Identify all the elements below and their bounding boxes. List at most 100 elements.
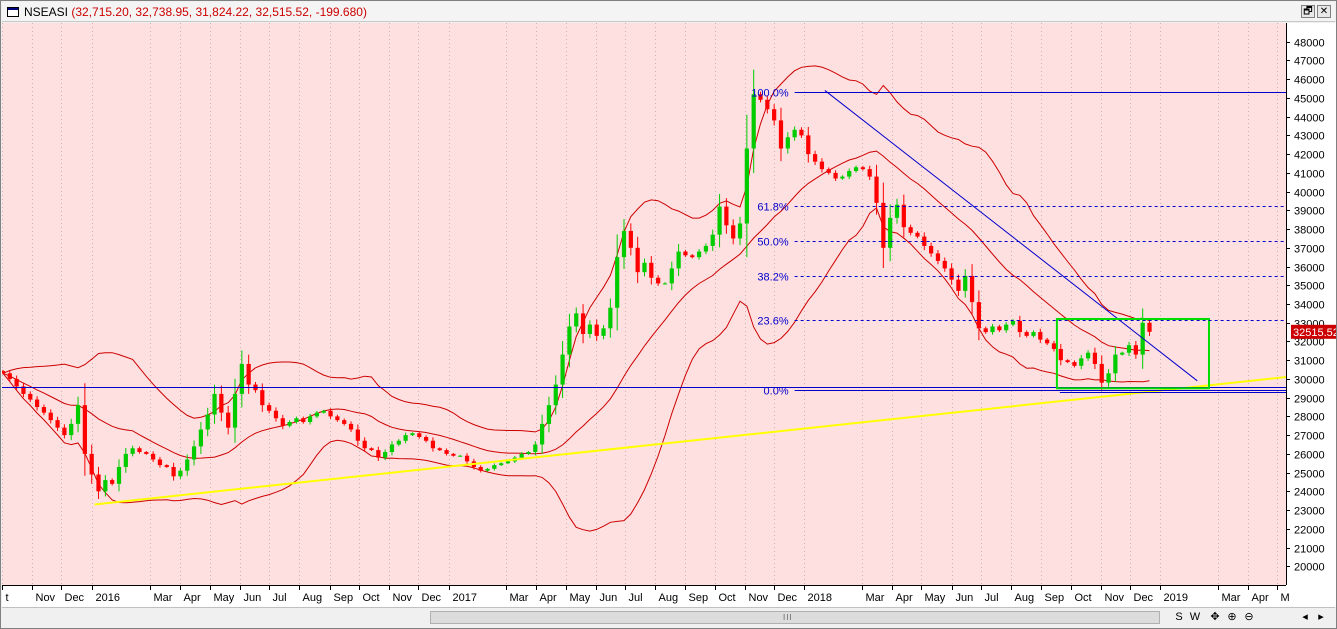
chart-title: NSEASI (32,715.20, 32,738.95, 31,824.22,… <box>24 5 367 19</box>
candle-body <box>969 275 975 303</box>
time-axis-label: 2018 <box>808 592 832 604</box>
time-axis-label: Jun <box>600 592 618 604</box>
candle-body <box>1106 373 1111 383</box>
time-axis-label: Mar <box>866 592 885 604</box>
candle-body <box>55 420 60 428</box>
candle-body <box>628 230 633 248</box>
candle-body <box>806 135 811 155</box>
price-axis-label: 45000 <box>1294 94 1325 106</box>
price-axis-label: 22000 <box>1294 525 1325 537</box>
candle-body <box>451 453 456 456</box>
candle-body <box>860 167 865 170</box>
time-axis-label: Oct <box>363 592 380 604</box>
weekly-interval-button[interactable]: W <box>1188 610 1202 625</box>
candle-body <box>1092 352 1098 364</box>
candle-body <box>642 262 647 273</box>
price-axis-label: 25000 <box>1294 469 1325 481</box>
price-axis-background <box>1286 23 1336 607</box>
candle-body <box>526 451 531 454</box>
candle-body <box>983 328 988 333</box>
candle-body <box>942 260 947 269</box>
price-axis-label: 35000 <box>1294 281 1325 293</box>
candle-body <box>560 354 565 385</box>
candle-body <box>485 468 490 471</box>
candle-body <box>28 393 33 400</box>
candle-body <box>812 154 818 162</box>
time-axis-label: Aug <box>303 592 323 604</box>
price-axis-label: 44000 <box>1294 113 1325 125</box>
candle-body <box>103 480 108 492</box>
time-axis-label: Mar <box>1222 592 1241 604</box>
candle-body <box>2 371 6 374</box>
candle-body <box>1024 332 1029 336</box>
candle-body <box>130 448 135 454</box>
candle-body <box>430 440 436 449</box>
candle-body <box>62 427 67 436</box>
candle-body <box>847 170 852 177</box>
candle-body <box>567 326 572 355</box>
restore-icon: 🗗 <box>1303 6 1313 17</box>
close-window-button[interactable]: ✕ <box>1317 5 1331 18</box>
restore-window-button[interactable]: 🗗 <box>1301 5 1315 18</box>
scroll-right-icon[interactable]: ▸ <box>1315 610 1327 625</box>
candle-body <box>383 451 388 458</box>
candle-body <box>219 393 224 413</box>
close-icon: ✕ <box>1319 6 1329 17</box>
candle-body <box>34 399 40 408</box>
candle-body <box>888 217 893 248</box>
time-axis-label: Aug <box>659 592 679 604</box>
fib-level-label: 0.0% <box>764 386 789 398</box>
candle-body <box>683 251 688 256</box>
horizontal-scrollbar[interactable]: III <box>430 611 1160 624</box>
candle-body <box>744 148 749 224</box>
fib-level-label: 61.8% <box>757 202 788 214</box>
time-axis-label: Mar <box>154 592 173 604</box>
zoom-in-icon[interactable]: ⊕ <box>1225 610 1239 625</box>
candle-body <box>792 129 797 138</box>
candle-body <box>314 412 320 417</box>
price-axis-label: 47000 <box>1294 56 1325 68</box>
time-axis-label: Mar <box>510 592 529 604</box>
time-axis-label: Nov <box>393 592 413 604</box>
time-axis-label: Dec <box>422 592 442 604</box>
price-axis-label: 38000 <box>1294 225 1325 237</box>
candle-body <box>348 423 354 430</box>
candle-body <box>1045 339 1050 344</box>
candle-body <box>41 407 47 413</box>
candle-body <box>785 137 790 149</box>
candle-body <box>458 455 463 457</box>
candle-body <box>294 418 299 423</box>
price-chart-svg[interactable]: 100.0% 61.8% 50.0% 38.2% 23.6% 0.0% 20000 2100… <box>2 23 1336 607</box>
candle-body <box>75 405 81 424</box>
candle-body <box>260 390 265 406</box>
scroll-left-icon[interactable]: ◂ <box>1299 610 1311 625</box>
candle-body <box>96 474 101 492</box>
price-axis-label: 43000 <box>1294 131 1325 143</box>
price-axis-label: 21000 <box>1294 544 1325 556</box>
price-axis-label: 20000 <box>1294 562 1325 574</box>
candle-body <box>1072 362 1077 366</box>
pan-icon[interactable]: ✥ <box>1208 610 1222 625</box>
candle-body <box>212 393 217 415</box>
time-axis-label: May <box>570 592 591 604</box>
time-axis-label: Nov <box>36 592 56 604</box>
candle-body <box>751 94 756 149</box>
price-chart[interactable]: 100.0% 61.8% 50.0% 38.2% 23.6% 0.0% 20000 2100… <box>2 23 1337 607</box>
price-axis-label: 27000 <box>1294 431 1325 443</box>
time-axis-label: Jun <box>956 592 974 604</box>
chart-title-bar[interactable]: NSEASI (32,715.20, 32,738.95, 31,824.22,… <box>2 2 1335 22</box>
candle-body <box>1126 345 1132 353</box>
candle-body <box>437 448 442 451</box>
show-scrollbar-button[interactable]: S <box>1172 610 1186 625</box>
candle-body <box>635 247 640 273</box>
scrollbar-thumb[interactable]: III <box>431 612 1159 623</box>
candle-body <box>151 453 156 460</box>
candle-body <box>1004 324 1009 331</box>
candle-body <box>321 410 326 413</box>
candle-body <box>273 410 279 419</box>
candle-body <box>519 453 524 458</box>
candle-body <box>239 363 244 394</box>
zoom-out-icon[interactable]: ⊖ <box>1242 610 1256 625</box>
candle-body <box>1113 354 1118 374</box>
time-axis-label: t <box>6 592 9 604</box>
